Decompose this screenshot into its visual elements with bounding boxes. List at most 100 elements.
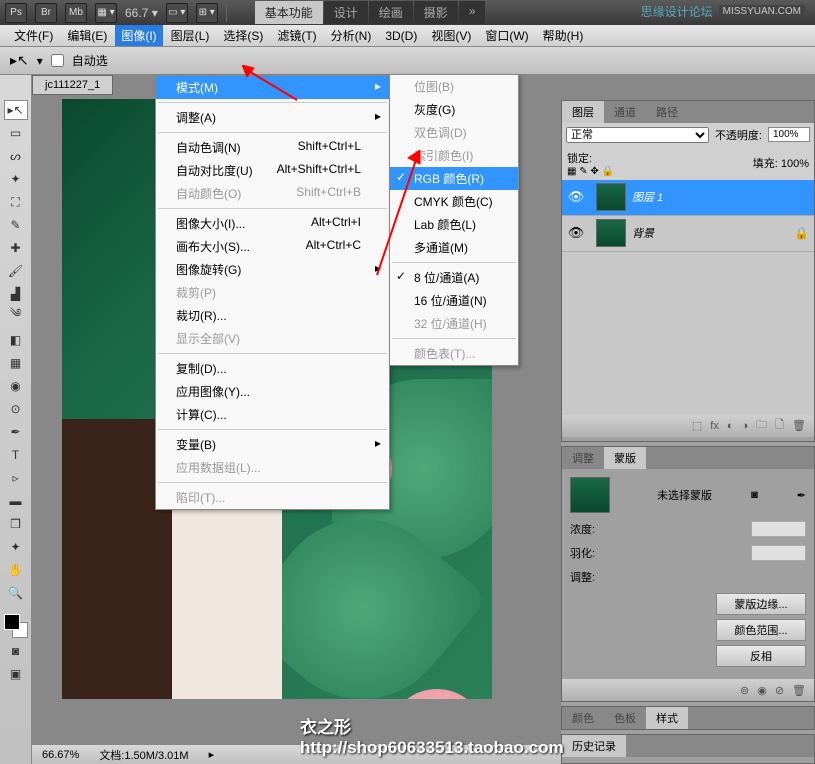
menu-edit[interactable]: 编辑(E) <box>61 25 113 46</box>
brush-tool[interactable]: 🖌 <box>4 261 28 281</box>
color-swatches[interactable] <box>4 614 28 638</box>
submenu-16bit[interactable]: 16 位/通道(N) <box>390 289 518 312</box>
screen-icon[interactable]: ▭ ▾ <box>166 3 188 23</box>
submenu-lab[interactable]: Lab 颜色(L) <box>390 213 518 236</box>
tab-history[interactable]: 历史记录 <box>562 735 626 757</box>
tab-channels[interactable]: 通道 <box>604 101 646 123</box>
tab-adjustments[interactable]: 调整 <box>562 447 604 469</box>
menu-view[interactable]: 视图(V) <box>425 25 477 46</box>
path-tool[interactable]: ▹ <box>4 468 28 488</box>
workspace-design[interactable]: 设计 <box>324 1 368 24</box>
shape-tool[interactable]: ▬ <box>4 491 28 511</box>
menu-select[interactable]: 选择(S) <box>217 25 269 46</box>
layer-thumb[interactable] <box>596 183 626 211</box>
workspace-photo[interactable]: 摄影 <box>414 1 458 24</box>
arrange-icon[interactable]: ▦ ▾ <box>95 3 117 23</box>
colorrange-button[interactable]: 颜色范围... <box>716 619 806 641</box>
heal-tool[interactable]: ✚ <box>4 238 28 258</box>
ps-icon[interactable]: Ps <box>5 3 27 23</box>
menu-duplicate[interactable]: 复制(D)... <box>156 357 389 380</box>
visibility-icon[interactable]: 👁 <box>562 225 590 241</box>
mask-icon[interactable]: ◐ <box>727 420 734 432</box>
wand-tool[interactable]: ✦ <box>4 169 28 189</box>
status-docinfo[interactable]: 文档:1.50M/3.01M <box>99 747 188 763</box>
workspace-paint[interactable]: 绘画 <box>369 1 413 24</box>
menu-trim[interactable]: 裁切(R)... <box>156 304 389 327</box>
trash-icon[interactable]: 🗑 <box>792 684 806 697</box>
menu-filter[interactable]: 滤镜(T) <box>271 25 322 46</box>
status-zoom[interactable]: 66.67% <box>42 749 79 761</box>
3d-tool[interactable]: ❒ <box>4 514 28 534</box>
chevron-down-icon[interactable]: ▾ <box>37 54 43 68</box>
hand-tool[interactable]: ✋ <box>4 560 28 580</box>
tab-swatches[interactable]: 色板 <box>604 707 646 729</box>
zoom-tool[interactable]: 🔍 <box>4 583 28 603</box>
visibility-icon[interactable]: 👁 <box>562 189 590 205</box>
menu-layer[interactable]: 图层(L) <box>165 25 216 46</box>
layer-row[interactable]: 👁 图层 1 <box>562 180 814 216</box>
submenu-rgb[interactable]: ✓RGB 颜色(R) <box>390 167 518 190</box>
link-icon[interactable]: ⬚ <box>692 419 702 432</box>
submenu-8bit[interactable]: ✓8 位/通道(A) <box>390 266 518 289</box>
chevron-right-icon[interactable]: ▸ <box>209 748 215 761</box>
eraser-tool[interactable]: ◧ <box>4 330 28 350</box>
vectormask-icon[interactable]: ✒ <box>797 489 806 502</box>
invert-button[interactable]: 反相 <box>716 645 806 667</box>
pen-tool[interactable]: ✒ <box>4 422 28 442</box>
tab-color[interactable]: 颜色 <box>562 707 604 729</box>
pixelmask-icon[interactable]: ◙ <box>751 489 758 501</box>
fg-color[interactable] <box>4 614 20 630</box>
mb-icon[interactable]: Mb <box>65 3 87 23</box>
menu-variables[interactable]: 变量(B)▸ <box>156 433 389 456</box>
lock-icons[interactable]: ▦ ✎ ✥ 🔒 <box>567 166 614 177</box>
3d-cam-tool[interactable]: ✦ <box>4 537 28 557</box>
menu-calculations[interactable]: 计算(C)... <box>156 403 389 426</box>
submenu-cmyk[interactable]: CMYK 颜色(C) <box>390 190 518 213</box>
tab-layers[interactable]: 图层 <box>562 101 604 123</box>
zoom-readout[interactable]: 66.7 ▾ <box>125 6 158 20</box>
load-icon[interactable]: ⊚ <box>740 684 749 697</box>
menu-help[interactable]: 帮助(H) <box>537 25 590 46</box>
maskedge-button[interactable]: 蒙版边缘... <box>716 593 806 615</box>
menu-applyimage[interactable]: 应用图像(Y)... <box>156 380 389 403</box>
eyedropper-tool[interactable]: ✎ <box>4 215 28 235</box>
type-tool[interactable]: T <box>4 445 28 465</box>
layer-name[interactable]: 背景 <box>632 225 794 241</box>
menu-adjustments[interactable]: 调整(A)▸ <box>156 106 389 129</box>
marquee-tool[interactable]: ▭ <box>4 123 28 143</box>
folder-icon[interactable]: 🗀 <box>756 416 767 435</box>
disable-icon[interactable]: ⊘ <box>775 684 784 697</box>
opacity-value[interactable]: 100% <box>768 127 810 142</box>
menu-3d[interactable]: 3D(D) <box>379 27 423 45</box>
adj-icon[interactable]: ◑ <box>742 420 749 432</box>
workspace-more[interactable]: » <box>459 1 486 24</box>
fx-icon[interactable]: fx <box>710 420 719 432</box>
layer-row[interactable]: 👁 背景 🔒 <box>562 216 814 252</box>
density-field[interactable] <box>751 521 806 537</box>
history-brush-tool[interactable]: ༄ <box>4 307 28 327</box>
autosel-checkbox[interactable] <box>51 54 64 67</box>
extras-icon[interactable]: ⊞ ▾ <box>196 3 218 23</box>
document-tab[interactable]: jc111227_1 <box>32 75 113 95</box>
tab-styles[interactable]: 样式 <box>646 707 688 729</box>
tab-masks[interactable]: 蒙版 <box>604 447 646 469</box>
menu-file[interactable]: 文件(F) <box>8 25 59 46</box>
workspace-basic[interactable]: 基本功能 <box>255 1 323 24</box>
layer-name[interactable]: 图层 1 <box>632 189 814 205</box>
blend-mode-select[interactable]: 正常 <box>566 127 709 143</box>
lasso-tool[interactable]: ᔕ <box>4 146 28 166</box>
br-icon[interactable]: Br <box>35 3 57 23</box>
fill-value[interactable]: 100% <box>781 158 809 170</box>
menu-rotate[interactable]: 图像旋转(G)▸ <box>156 258 389 281</box>
menu-canvassize[interactable]: 画布大小(S)...Alt+Ctrl+C <box>156 235 389 258</box>
menu-window[interactable]: 窗口(W) <box>479 25 534 46</box>
menu-imagesize[interactable]: 图像大小(I)...Alt+Ctrl+I <box>156 212 389 235</box>
blur-tool[interactable]: ◉ <box>4 376 28 396</box>
new-icon[interactable]: 🗋 <box>775 416 784 435</box>
quickmask-tool[interactable]: ◙ <box>4 641 28 661</box>
gradient-tool[interactable]: ▦ <box>4 353 28 373</box>
menu-mode[interactable]: 模式(M)▸ <box>156 76 389 99</box>
move-tool-icon[interactable]: ▸↖ <box>10 52 29 69</box>
submenu-multi[interactable]: 多通道(M) <box>390 236 518 259</box>
menu-autocontrast[interactable]: 自动对比度(U)Alt+Shift+Ctrl+L <box>156 159 389 182</box>
